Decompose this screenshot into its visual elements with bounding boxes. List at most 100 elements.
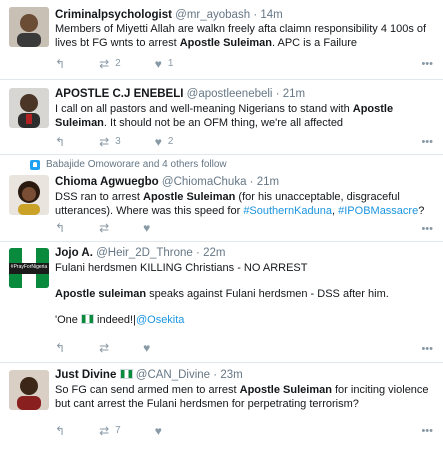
text-segment: 'One	[55, 314, 81, 326]
reply-button[interactable]: ↰	[55, 221, 66, 235]
timestamp[interactable]: 21m	[257, 176, 279, 188]
tweet-actions: ↰ ⇄ 3 ♥ 2	[55, 134, 207, 149]
heart-icon: ♥	[143, 341, 151, 355]
like-button[interactable]: ♥	[154, 423, 162, 438]
heart-icon: ♥	[154, 134, 162, 149]
avatar[interactable]	[9, 7, 49, 47]
retweet-icon: ⇄	[99, 341, 110, 355]
tweet-actions: ↰ ⇄ ♥	[55, 221, 184, 235]
reply-button[interactable]: ↰	[55, 341, 66, 355]
display-name[interactable]: Jojo A.	[55, 247, 93, 259]
hashtag-link[interactable]: #IPOBMassacre	[338, 205, 418, 217]
tweet[interactable]: Criminalpsychologist @mr_ayobash · 14m M…	[0, 0, 443, 80]
timestamp[interactable]: 23m	[220, 369, 242, 381]
text-segment: DSS ran to arrest	[55, 191, 144, 203]
retweet-button[interactable]: ⇄	[99, 221, 110, 235]
tweet-text: DSS ran to arrest Apostle Suleiman (for …	[55, 190, 431, 218]
like-button[interactable]: ♥	[143, 341, 151, 355]
display-name[interactable]: Criminalpsychologist	[55, 9, 172, 21]
handle[interactable]: @CAN_Divine	[136, 369, 210, 381]
text-segment: speaks against Fulani herdsmen - DSS aft…	[146, 288, 389, 300]
text-line: Apostle suleiman speaks against Fulani h…	[55, 287, 431, 301]
display-name[interactable]: Just Divine	[55, 369, 116, 381]
tweet-header: APOSTLE C.J ENEBELI @apostleenebeli · 21…	[55, 88, 306, 100]
reply-icon: ↰	[55, 221, 66, 235]
tweet-header: Jojo A. @Heir_2D_Throne · 22m	[55, 247, 226, 259]
handle[interactable]: @apostleenebeli	[187, 88, 273, 100]
like-count: 2	[167, 136, 174, 147]
reply-button[interactable]: ↰	[55, 56, 66, 71]
reply-icon: ↰	[55, 134, 66, 149]
tweet[interactable]: Just Divine @CAN_Divine · 23m So FG can …	[0, 363, 443, 450]
social-context[interactable]: Babajide Omoworare and 4 others follow	[30, 159, 227, 170]
retweet-button[interactable]: ⇄ 3	[99, 136, 121, 148]
retweet-button[interactable]: ⇄	[99, 341, 110, 355]
avatar[interactable]	[9, 88, 49, 128]
heart-icon: ♥	[154, 423, 162, 438]
more-icon[interactable]: •••	[421, 343, 433, 355]
highlight-text: Apostle Suleiman	[143, 191, 236, 203]
like-button[interactable]: ♥ 1	[154, 56, 174, 71]
like-button[interactable]: ♥	[143, 221, 151, 235]
reply-icon: ↰	[55, 341, 66, 355]
avatar[interactable]	[9, 370, 49, 410]
heart-icon: ♥	[154, 56, 162, 71]
more-icon[interactable]: •••	[421, 425, 433, 437]
avatar[interactable]: #PrayForNigeria	[9, 248, 49, 288]
tweet-text: Members of Miyetti Allah are walkn freel…	[55, 23, 427, 49]
timestamp[interactable]: 21m	[283, 88, 305, 100]
tweet-header: Just Divine @CAN_Divine · 23m	[55, 369, 243, 381]
handle[interactable]: @Heir_2D_Throne	[96, 247, 193, 259]
text-line: Fulani herdsmen KILLING Christians - NO …	[55, 262, 308, 274]
retweet-count: 7	[115, 425, 121, 436]
like-count: 1	[167, 58, 174, 69]
nigeria-flag-icon	[80, 314, 94, 324]
tweet-header: Chioma Agwuegbo @ChiomaChuka · 21m	[55, 176, 280, 188]
text-segment: indeed!|	[93, 314, 136, 326]
retweet-icon: ⇄	[99, 221, 110, 235]
text-line: 'One indeed!|@Osekita	[55, 313, 431, 327]
display-name[interactable]: Chioma Agwuegbo	[55, 176, 159, 188]
tweet-text: So FG can send armed men to arrest Apost…	[55, 383, 431, 411]
handle[interactable]: @ChiomaChuka	[162, 176, 247, 188]
timestamp[interactable]: 14m	[260, 9, 282, 21]
text-segment: So FG can send armed men to arrest	[55, 384, 240, 396]
tweet-actions: ↰ ⇄ 7 ♥	[55, 423, 196, 438]
like-button[interactable]: ♥ 2	[154, 134, 174, 149]
reply-icon: ↰	[55, 423, 66, 438]
more-icon[interactable]: •••	[421, 58, 433, 70]
hashtag-link[interactable]: #SouthernKaduna	[243, 205, 332, 217]
highlight-text: Apostle Suleiman	[239, 384, 332, 396]
tweet-actions: ↰ ⇄ 2 ♥ 1	[55, 56, 207, 71]
reply-button[interactable]: ↰	[55, 423, 66, 438]
handle[interactable]: @mr_ayobash	[175, 9, 250, 21]
timestamp[interactable]: 22m	[203, 247, 225, 259]
display-name[interactable]: APOSTLE C.J ENEBELI	[55, 88, 183, 100]
tweet-text: Fulani herdsmen KILLING Christians - NO …	[55, 261, 431, 327]
retweet-icon: ⇄	[99, 56, 110, 71]
reply-icon: ↰	[55, 56, 66, 71]
tweet[interactable]: APOSTLE C.J ENEBELI @apostleenebeli · 21…	[0, 80, 443, 155]
highlight-text: Apostle Suleiman	[55, 103, 394, 129]
retweet-button[interactable]: ⇄ 2	[99, 56, 121, 71]
mention-link[interactable]: @Osekita	[136, 314, 184, 326]
heart-icon: ♥	[143, 221, 151, 235]
avatar-caption: #PrayForNigeria	[10, 264, 48, 270]
more-icon[interactable]: •••	[421, 136, 433, 148]
retweet-count: 3	[115, 136, 121, 147]
tweet-actions: ↰ ⇄ ♥	[55, 341, 184, 355]
tweet-text: I call on all pastors and well-meaning N…	[55, 103, 394, 129]
tweet[interactable]: Babajide Omoworare and 4 others follow C…	[0, 155, 443, 242]
reply-button[interactable]: ↰	[55, 134, 66, 149]
highlight-text: Apostle suleiman	[55, 288, 147, 300]
tweet[interactable]: #PrayForNigeria Jojo A. @Heir_2D_Throne …	[0, 242, 443, 363]
more-icon[interactable]: •••	[421, 223, 433, 235]
text-segment: ?	[418, 205, 425, 217]
nigeria-flag-icon	[119, 369, 133, 379]
highlight-text: Apostle Suleiman	[179, 37, 272, 49]
retweet-icon: ⇄	[99, 423, 110, 438]
retweet-count: 2	[115, 58, 121, 69]
social-context-text: Babajide Omoworare and 4 others follow	[46, 159, 227, 170]
retweet-button[interactable]: ⇄ 7	[99, 423, 121, 438]
avatar[interactable]	[9, 175, 49, 215]
